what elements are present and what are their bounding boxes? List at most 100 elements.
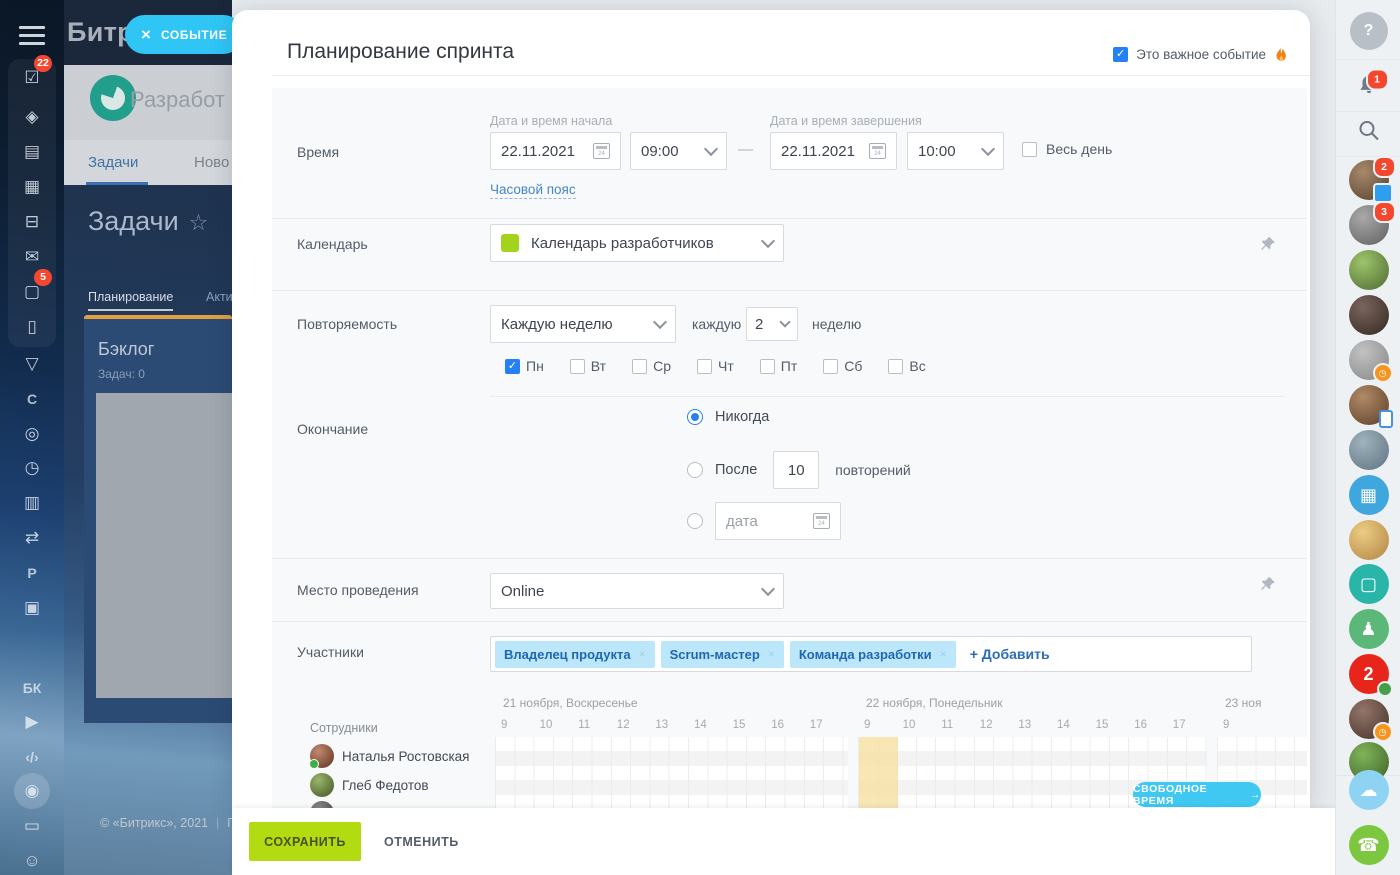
calendar-select[interactable]: Календарь разработчиков xyxy=(490,224,784,262)
end-date-picker[interactable]: дата xyxy=(715,502,841,540)
video-icon[interactable]: ▶ xyxy=(0,705,64,739)
chat-app-icon[interactable]: ▢ xyxy=(1349,564,1389,604)
search-button[interactable] xyxy=(1357,119,1381,148)
checkbox-icon[interactable] xyxy=(697,359,712,374)
sync-icon[interactable]: ⇄ xyxy=(0,521,64,555)
dev-icon[interactable]: ‹/› xyxy=(0,740,64,774)
remove-tag-icon[interactable]: × xyxy=(768,647,775,661)
calendar-picker-icon[interactable] xyxy=(813,513,830,529)
pin-icon[interactable] xyxy=(1260,576,1276,592)
bk-label[interactable]: БК xyxy=(0,671,64,705)
radio-icon[interactable] xyxy=(687,513,703,529)
avatar-woman-glasses[interactable]: 3 xyxy=(1349,205,1389,245)
person-app-icon[interactable]: ♟ xyxy=(1349,609,1389,649)
menu-icon[interactable] xyxy=(19,26,45,50)
weekday-checkbox-Ср[interactable]: Ср xyxy=(632,358,671,374)
crm-funnel-icon[interactable]: ▽ xyxy=(0,347,64,381)
letter-p[interactable]: P xyxy=(0,556,64,590)
all-day-checkbox[interactable]: Весь день xyxy=(1022,141,1112,157)
radio-selected-icon[interactable] xyxy=(687,409,703,425)
important-event-toggle[interactable]: ✓ Это важное событие xyxy=(1113,46,1288,63)
messenger-icon[interactable]: ▢5 xyxy=(0,275,64,309)
avatar-man-mobile[interactable] xyxy=(1349,385,1389,425)
day-grid-cells[interactable] xyxy=(495,737,848,808)
free-time-button[interactable]: СВОБОДНОЕ ВРЕМЯ→ xyxy=(1133,782,1261,807)
calendar-app-icon[interactable]: ▦ xyxy=(1349,475,1389,515)
weekday-checkbox-Вт[interactable]: Вт xyxy=(570,358,606,374)
checkbox-icon[interactable] xyxy=(888,359,903,374)
cancel-button[interactable]: ОТМЕНИТЬ xyxy=(378,822,465,861)
location-select[interactable]: Online xyxy=(490,573,784,609)
sites-icon[interactable]: ▣ xyxy=(0,591,64,625)
knowledge-icon[interactable]: ▥ xyxy=(0,486,64,520)
radio-icon[interactable] xyxy=(687,462,703,478)
hour-label: 14 xyxy=(1057,719,1070,731)
calendar-picker-icon[interactable] xyxy=(593,143,610,159)
weekday-checkbox-Вс[interactable]: Вс xyxy=(888,358,925,374)
avatar-cyclist[interactable] xyxy=(1349,250,1389,290)
calendar-icon[interactable]: ▦ xyxy=(0,170,64,204)
end-date-input[interactable]: 22.11.2021 xyxy=(770,132,897,170)
red-2-app-icon[interactable]: 2 xyxy=(1349,654,1389,694)
arrow-right-icon: → xyxy=(1250,789,1261,801)
close-icon[interactable]: × xyxy=(141,25,151,45)
help-button[interactable]: ? xyxy=(1350,12,1388,50)
calendar-picker-icon[interactable] xyxy=(869,143,886,159)
weekday-checkbox-Чт[interactable]: Чт xyxy=(697,358,734,374)
tasks-icon[interactable]: ☑22 xyxy=(0,61,64,95)
attendees-field[interactable]: Владелец продукта×Scrum-мастер×Команда р… xyxy=(490,636,1252,672)
save-button[interactable]: СОХРАНИТЬ xyxy=(249,822,361,861)
avatar-woman-gray[interactable]: ◷ xyxy=(1349,340,1389,380)
attendee-tag[interactable]: Scrum-мастер× xyxy=(661,641,784,668)
start-date-input[interactable]: 22.11.2021 xyxy=(490,132,621,170)
contacts-icon[interactable]: ▭ xyxy=(0,809,64,843)
feed-icon[interactable]: ▤ xyxy=(0,135,64,169)
attendee-tag[interactable]: Команда разработки× xyxy=(790,641,956,668)
mail-icon[interactable]: ✉ xyxy=(0,240,64,274)
pin-icon[interactable] xyxy=(1260,236,1276,252)
attendee-tag[interactable]: Владелец продукта× xyxy=(495,641,655,668)
checkbox-checked-icon[interactable]: ✓ xyxy=(1113,47,1128,62)
remove-tag-icon[interactable]: × xyxy=(639,647,646,661)
avatar-blonde-woman[interactable] xyxy=(1349,520,1389,560)
weekday-checkbox-Пн[interactable]: ✓Пн xyxy=(505,358,544,374)
ending-option-date[interactable]: дата xyxy=(687,502,841,540)
remove-tag-icon[interactable]: × xyxy=(940,647,947,661)
docs-icon[interactable]: ▯ xyxy=(0,310,64,344)
modal-title[interactable]: Планирование спринта xyxy=(287,40,514,64)
event-slider-close-button[interactable]: × СОБЫТИЕ xyxy=(125,15,243,54)
drive-icon[interactable]: ⊟ xyxy=(0,205,64,239)
ending-option-never[interactable]: Никогда xyxy=(687,409,769,425)
recurrence-frequency-select[interactable]: Каждую неделю xyxy=(490,305,676,343)
checkbox-icon[interactable] xyxy=(570,359,585,374)
clock-status-icon: ◷ xyxy=(1373,722,1393,742)
checkbox-icon[interactable] xyxy=(823,359,838,374)
ending-option-after[interactable]: После 10 повторений xyxy=(687,451,911,489)
network-icon[interactable]: ◈ xyxy=(0,100,64,134)
device-cloud-icon[interactable]: ☁ xyxy=(1349,770,1389,810)
end-time-select[interactable]: 10:00 xyxy=(907,132,1004,170)
worktime-icon[interactable]: ◷ xyxy=(0,451,64,485)
call-icon[interactable]: ☎ xyxy=(1349,825,1389,865)
notifications-button[interactable]: 1 xyxy=(1356,73,1382,104)
sites-letter-c[interactable]: C xyxy=(0,382,64,416)
device-cloud-icon-glyph: ☁ xyxy=(1360,780,1378,801)
weekday-checkbox-Сб[interactable]: Сб xyxy=(823,358,862,374)
bot-icon[interactable]: ☺ xyxy=(0,844,64,875)
avatar-woman-brown[interactable]: ◷ xyxy=(1349,699,1389,739)
start-time-select[interactable]: 09:00 xyxy=(630,132,727,170)
timezone-link[interactable]: Часовой пояс xyxy=(490,182,576,199)
avatar-dog[interactable]: 2 xyxy=(1349,160,1389,200)
add-attendee-button[interactable]: + Добавить xyxy=(970,646,1050,662)
employees-icon[interactable]: ◉ xyxy=(0,774,64,808)
checkbox-icon[interactable] xyxy=(760,359,775,374)
weekday-checkbox-Пт[interactable]: Пт xyxy=(760,358,797,374)
avatar-man[interactable] xyxy=(1349,430,1389,470)
checkbox-icon[interactable]: ✓ xyxy=(505,359,520,374)
avatar-woman-dark[interactable] xyxy=(1349,295,1389,335)
checkbox-icon[interactable] xyxy=(1022,142,1037,157)
marketing-icon[interactable]: ◎ xyxy=(0,417,64,451)
checkbox-icon[interactable] xyxy=(632,359,647,374)
interval-select[interactable]: 2 xyxy=(746,307,798,341)
repeat-count-input[interactable]: 10 xyxy=(773,451,819,489)
